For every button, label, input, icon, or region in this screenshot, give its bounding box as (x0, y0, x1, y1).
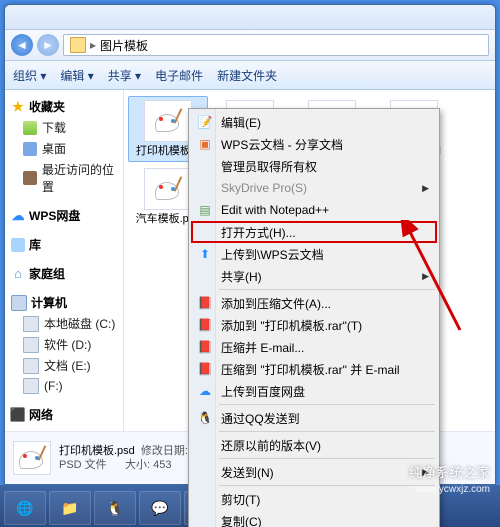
qq-icon: 🐧 (197, 410, 213, 426)
drive-icon (23, 358, 39, 374)
taskbar-item[interactable]: 💬 (139, 491, 181, 525)
nav-computer[interactable]: 计算机 (9, 292, 119, 313)
rar-icon: 📕 (197, 361, 213, 377)
drive-icon (23, 316, 39, 332)
back-button[interactable]: ◄ (11, 34, 33, 56)
nav-drive-d[interactable]: 软件 (D:) (9, 334, 119, 355)
upload-icon: ⬆ (197, 246, 213, 262)
ctx-notepadpp[interactable]: ▤Edit with Notepad++ (191, 199, 437, 221)
rar-icon: 📕 (197, 295, 213, 311)
watermark-url: www.ycwxjz.com (415, 484, 490, 495)
ctx-skydrive[interactable]: SkyDrive Pro(S)▶ (191, 177, 437, 199)
nav-libraries[interactable]: 库 (9, 234, 119, 255)
toolbar: 组织 ▾ 编辑 ▾ 共享 ▾ 电子邮件 新建文件夹 (5, 61, 495, 90)
nav-desktop[interactable]: 桌面 (9, 138, 119, 159)
ctx-cut[interactable]: 剪切(T) (191, 488, 437, 510)
edit-icon: 📝 (197, 114, 213, 130)
toolbar-share[interactable]: 共享 ▾ (108, 67, 141, 84)
desktop-icon (23, 142, 37, 156)
nav-homegroup[interactable]: ⌂家庭组 (9, 263, 119, 284)
computer-icon (11, 295, 27, 311)
ctx-send-to[interactable]: 发送到(N)▶ (191, 461, 437, 483)
toolbar-newfolder[interactable]: 新建文件夹 (217, 67, 277, 84)
ctx-copy[interactable]: 复制(C) (191, 510, 437, 527)
toolbar-email[interactable]: 电子邮件 (155, 67, 203, 84)
breadcrumb-sep: ▸ (90, 38, 96, 52)
nav-pane: ★收藏夹 下载 桌面 最近访问的位置 ☁WPS网盘 库 ⌂家庭组 计算机 本地磁… (5, 90, 124, 431)
ctx-wps-share[interactable]: ▣WPS云文档 - 分享文档 (191, 133, 437, 155)
nav-drive-f[interactable]: (F:) (9, 376, 119, 396)
taskbar-item[interactable]: 🌐 (4, 491, 46, 525)
recent-icon (23, 171, 37, 185)
download-icon (23, 121, 37, 135)
npp-icon: ▤ (197, 202, 213, 218)
ctx-rar-email-named[interactable]: 📕压缩到 "打印机模板.rar" 并 E-mail (191, 358, 437, 380)
star-icon: ★ (11, 100, 25, 114)
ctx-admin[interactable]: 管理员取得所有权 (191, 155, 437, 177)
nav-network[interactable]: ⬛网络 (9, 404, 119, 425)
folder-icon (70, 37, 86, 53)
ctx-baidu[interactable]: ☁上传到百度网盘 (191, 380, 437, 402)
file-thumb (144, 100, 192, 142)
breadcrumb-folder[interactable]: 图片模板 (100, 37, 148, 54)
titlebar[interactable] (5, 5, 495, 30)
ctx-qq-send[interactable]: 🐧通过QQ发送到 (191, 407, 437, 429)
breadcrumb[interactable]: ▸ 图片模板 (63, 34, 489, 56)
toolbar-edit[interactable]: 编辑 ▾ (60, 67, 93, 84)
network-icon: ⬛ (11, 408, 25, 422)
nav-favorites[interactable]: ★收藏夹 (9, 96, 119, 117)
rar-icon: 📕 (197, 317, 213, 333)
address-bar: ◄ ► ▸ 图片模板 (5, 30, 495, 61)
forward-button[interactable]: ► (37, 34, 59, 56)
details-filename: 打印机模板.psd (59, 445, 135, 457)
annotation-arrow-icon (400, 220, 470, 340)
taskbar-item[interactable]: 📁 (49, 491, 91, 525)
nav-recent[interactable]: 最近访问的位置 (9, 159, 119, 197)
toolbar-organize[interactable]: 组织 ▾ (13, 67, 46, 84)
nav-drive-e[interactable]: 文档 (E:) (9, 355, 119, 376)
baidu-icon: ☁ (197, 383, 213, 399)
taskbar-item[interactable]: 🐧 (94, 491, 136, 525)
nav-wps[interactable]: ☁WPS网盘 (9, 205, 119, 226)
drive-icon (23, 337, 39, 353)
watermark: 纯净系统之家 (409, 462, 490, 481)
ctx-edit[interactable]: 📝编辑(E) (191, 111, 437, 133)
library-icon (11, 238, 25, 252)
rar-icon: 📕 (197, 339, 213, 355)
drive-icon (23, 378, 39, 394)
cloud-icon: ☁ (11, 209, 25, 223)
homegroup-icon: ⌂ (11, 267, 25, 281)
details-thumb (13, 441, 51, 475)
nav-drive-c[interactable]: 本地磁盘 (C:) (9, 313, 119, 334)
wps-icon: ▣ (197, 136, 213, 152)
nav-downloads[interactable]: 下载 (9, 117, 119, 138)
ctx-restore[interactable]: 还原以前的版本(V) (191, 434, 437, 456)
